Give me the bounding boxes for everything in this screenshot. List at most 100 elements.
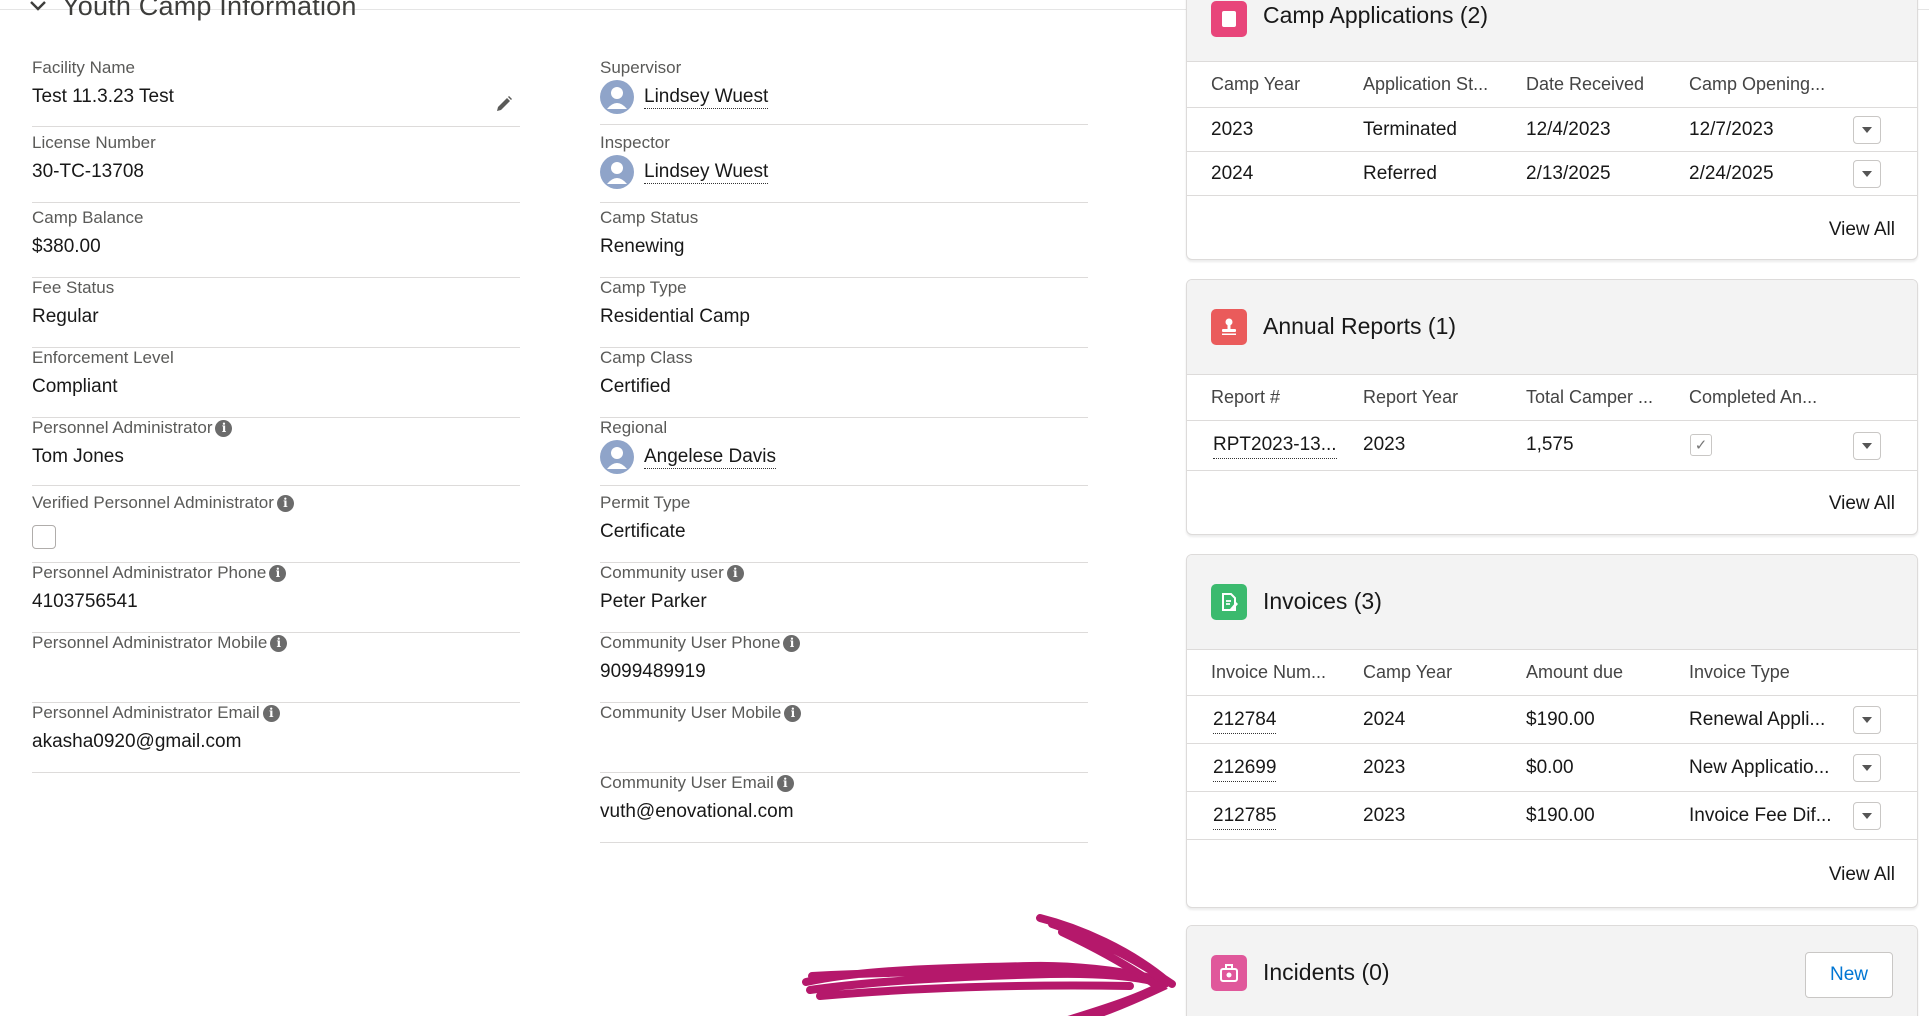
field-label: Personnel Administrator Phone i bbox=[32, 563, 287, 583]
column-header[interactable]: Camp Year bbox=[1363, 662, 1452, 683]
field-label: Personnel Administrator Mobile i bbox=[32, 633, 288, 653]
field-label: Community User Mobile i bbox=[600, 703, 802, 723]
completed-checkbox: ✓ bbox=[1690, 434, 1712, 456]
view-all-link[interactable]: View All bbox=[1829, 219, 1895, 241]
column-header[interactable]: Total Camper ... bbox=[1526, 387, 1653, 408]
row-actions-dropdown[interactable] bbox=[1853, 116, 1881, 144]
supervisor-link[interactable]: Lindsey Wuest bbox=[644, 86, 769, 109]
incident-icon bbox=[1211, 955, 1247, 991]
cell: 12/4/2023 bbox=[1526, 119, 1611, 140]
user-icon bbox=[607, 447, 627, 469]
row-actions-dropdown[interactable] bbox=[1853, 802, 1881, 830]
info-icon[interactable]: i bbox=[270, 634, 288, 652]
field-community-user-phone: Community User Phone i 9099489919 bbox=[600, 633, 1088, 703]
info-icon[interactable]: i bbox=[783, 634, 801, 652]
column-header[interactable]: Date Received bbox=[1526, 74, 1644, 95]
info-icon[interactable]: i bbox=[269, 564, 287, 582]
incidents-card: Incidents (0) New bbox=[1186, 925, 1918, 1016]
view-all-link[interactable]: View All bbox=[1829, 493, 1895, 515]
check-icon: ✓ bbox=[1694, 436, 1708, 454]
field-label-text: Verified Personnel Administrator bbox=[32, 493, 274, 512]
field-value: akasha0920@gmail.com bbox=[32, 731, 242, 752]
column-header[interactable]: Application St... bbox=[1363, 74, 1488, 95]
verified-checkbox[interactable] bbox=[32, 525, 56, 549]
view-all-link[interactable]: View All bbox=[1829, 864, 1895, 886]
field-label: Personnel Administrator Email i bbox=[32, 703, 280, 723]
field-label-text: Community User Email bbox=[600, 773, 774, 792]
new-incident-button[interactable]: New bbox=[1805, 952, 1893, 998]
invoice-link[interactable]: 212699 bbox=[1213, 757, 1277, 782]
field-community-user-email: Community User Email i vuth@enovational.c… bbox=[600, 773, 1088, 843]
card-header: Camp Applications (2) bbox=[1187, 0, 1917, 62]
cell: 2/24/2025 bbox=[1689, 163, 1774, 184]
field-camp-balance: Camp Balance $380.00 bbox=[32, 208, 520, 278]
field-label: License Number bbox=[32, 133, 156, 152]
avatar bbox=[600, 155, 634, 189]
column-header[interactable]: Camp Opening... bbox=[1689, 74, 1825, 95]
cell: 2023 bbox=[1363, 434, 1406, 455]
field-label: Community user i bbox=[600, 563, 744, 583]
field-label: Supervisor bbox=[600, 58, 682, 77]
column-header[interactable]: Report Year bbox=[1363, 387, 1458, 408]
column-header[interactable]: Report # bbox=[1211, 387, 1280, 408]
info-icon[interactable]: i bbox=[784, 704, 802, 722]
field-label: Community User Email i bbox=[600, 773, 794, 793]
cell: 2024 bbox=[1211, 163, 1254, 184]
field-label-text: Community User Mobile bbox=[600, 703, 782, 722]
column-header[interactable]: Invoice Type bbox=[1689, 662, 1790, 683]
field-label-text: Personnel Administrator bbox=[32, 418, 213, 437]
field-value: vuth@enovational.com bbox=[600, 801, 794, 822]
field-label-text: Personnel Administrator Mobile bbox=[32, 633, 268, 652]
field-label: Enforcement Level bbox=[32, 348, 174, 367]
section-header[interactable]: Youth Camp Information bbox=[28, 0, 357, 26]
chevron-down-icon bbox=[30, 1, 46, 11]
inspector-value: Lindsey Wuest bbox=[600, 155, 769, 189]
table-row: 2023 Terminated 12/4/2023 12/7/2023 bbox=[1187, 108, 1917, 152]
supervisor-value: Lindsey Wuest bbox=[600, 80, 769, 114]
row-actions-dropdown[interactable] bbox=[1853, 754, 1881, 782]
field-value: Renewing bbox=[600, 236, 685, 257]
info-icon[interactable]: i bbox=[276, 494, 294, 512]
regional-link[interactable]: Angelese Davis bbox=[644, 446, 777, 469]
cell: $190.00 bbox=[1526, 709, 1595, 730]
invoice-link[interactable]: 212785 bbox=[1213, 805, 1277, 830]
user-icon bbox=[607, 162, 627, 184]
field-personnel-administrator-phone: Personnel Administrator Phone i 410375654… bbox=[32, 563, 520, 633]
info-icon[interactable]: i bbox=[262, 704, 280, 722]
pencil-icon[interactable] bbox=[494, 94, 514, 114]
stamp-icon bbox=[1211, 309, 1247, 345]
column-header[interactable]: Camp Year bbox=[1211, 74, 1300, 95]
card-title[interactable]: Incidents (0) bbox=[1263, 959, 1390, 986]
column-header[interactable]: Amount due bbox=[1526, 662, 1623, 683]
card-header: Incidents (0) New bbox=[1187, 926, 1917, 1016]
card-title[interactable]: Annual Reports (1) bbox=[1263, 313, 1456, 340]
inspector-link[interactable]: Lindsey Wuest bbox=[644, 161, 769, 184]
field-facility-name: Facility Name Test 11.3.23 Test bbox=[32, 58, 520, 127]
cell: New Applicatio... bbox=[1689, 757, 1830, 778]
field-value: $380.00 bbox=[32, 236, 101, 257]
row-actions-dropdown[interactable] bbox=[1853, 160, 1881, 188]
cell: $190.00 bbox=[1526, 805, 1595, 826]
field-value: Certificate bbox=[600, 521, 686, 542]
table-row: 2024 Referred 2/13/2025 2/24/2025 bbox=[1187, 152, 1917, 196]
field-value: Certified bbox=[600, 376, 671, 397]
chevron-down-icon bbox=[1862, 443, 1872, 449]
row-actions-dropdown[interactable] bbox=[1853, 432, 1881, 460]
info-icon[interactable]: i bbox=[776, 774, 794, 792]
cell: Renewal Appli... bbox=[1689, 709, 1826, 730]
card-title[interactable]: Invoices (3) bbox=[1263, 588, 1382, 615]
column-header[interactable]: Invoice Num... bbox=[1211, 662, 1326, 683]
field-camp-status: Camp Status Renewing bbox=[600, 208, 1088, 278]
info-icon[interactable]: i bbox=[215, 419, 233, 437]
column-header[interactable]: Completed An... bbox=[1689, 387, 1817, 408]
arrow-annotation bbox=[802, 914, 1176, 1016]
row-actions-dropdown[interactable] bbox=[1853, 706, 1881, 734]
invoice-link[interactable]: 212784 bbox=[1213, 709, 1277, 734]
card-title[interactable]: Camp Applications (2) bbox=[1263, 2, 1488, 29]
report-link[interactable]: RPT2023-13... bbox=[1213, 434, 1337, 459]
field-label: Facility Name bbox=[32, 58, 135, 77]
info-icon[interactable]: i bbox=[726, 564, 744, 582]
field-fee-status: Fee Status Regular bbox=[32, 278, 520, 348]
chevron-down-icon bbox=[1862, 765, 1872, 771]
field-regional: Regional Angelese Davis bbox=[600, 418, 1088, 486]
